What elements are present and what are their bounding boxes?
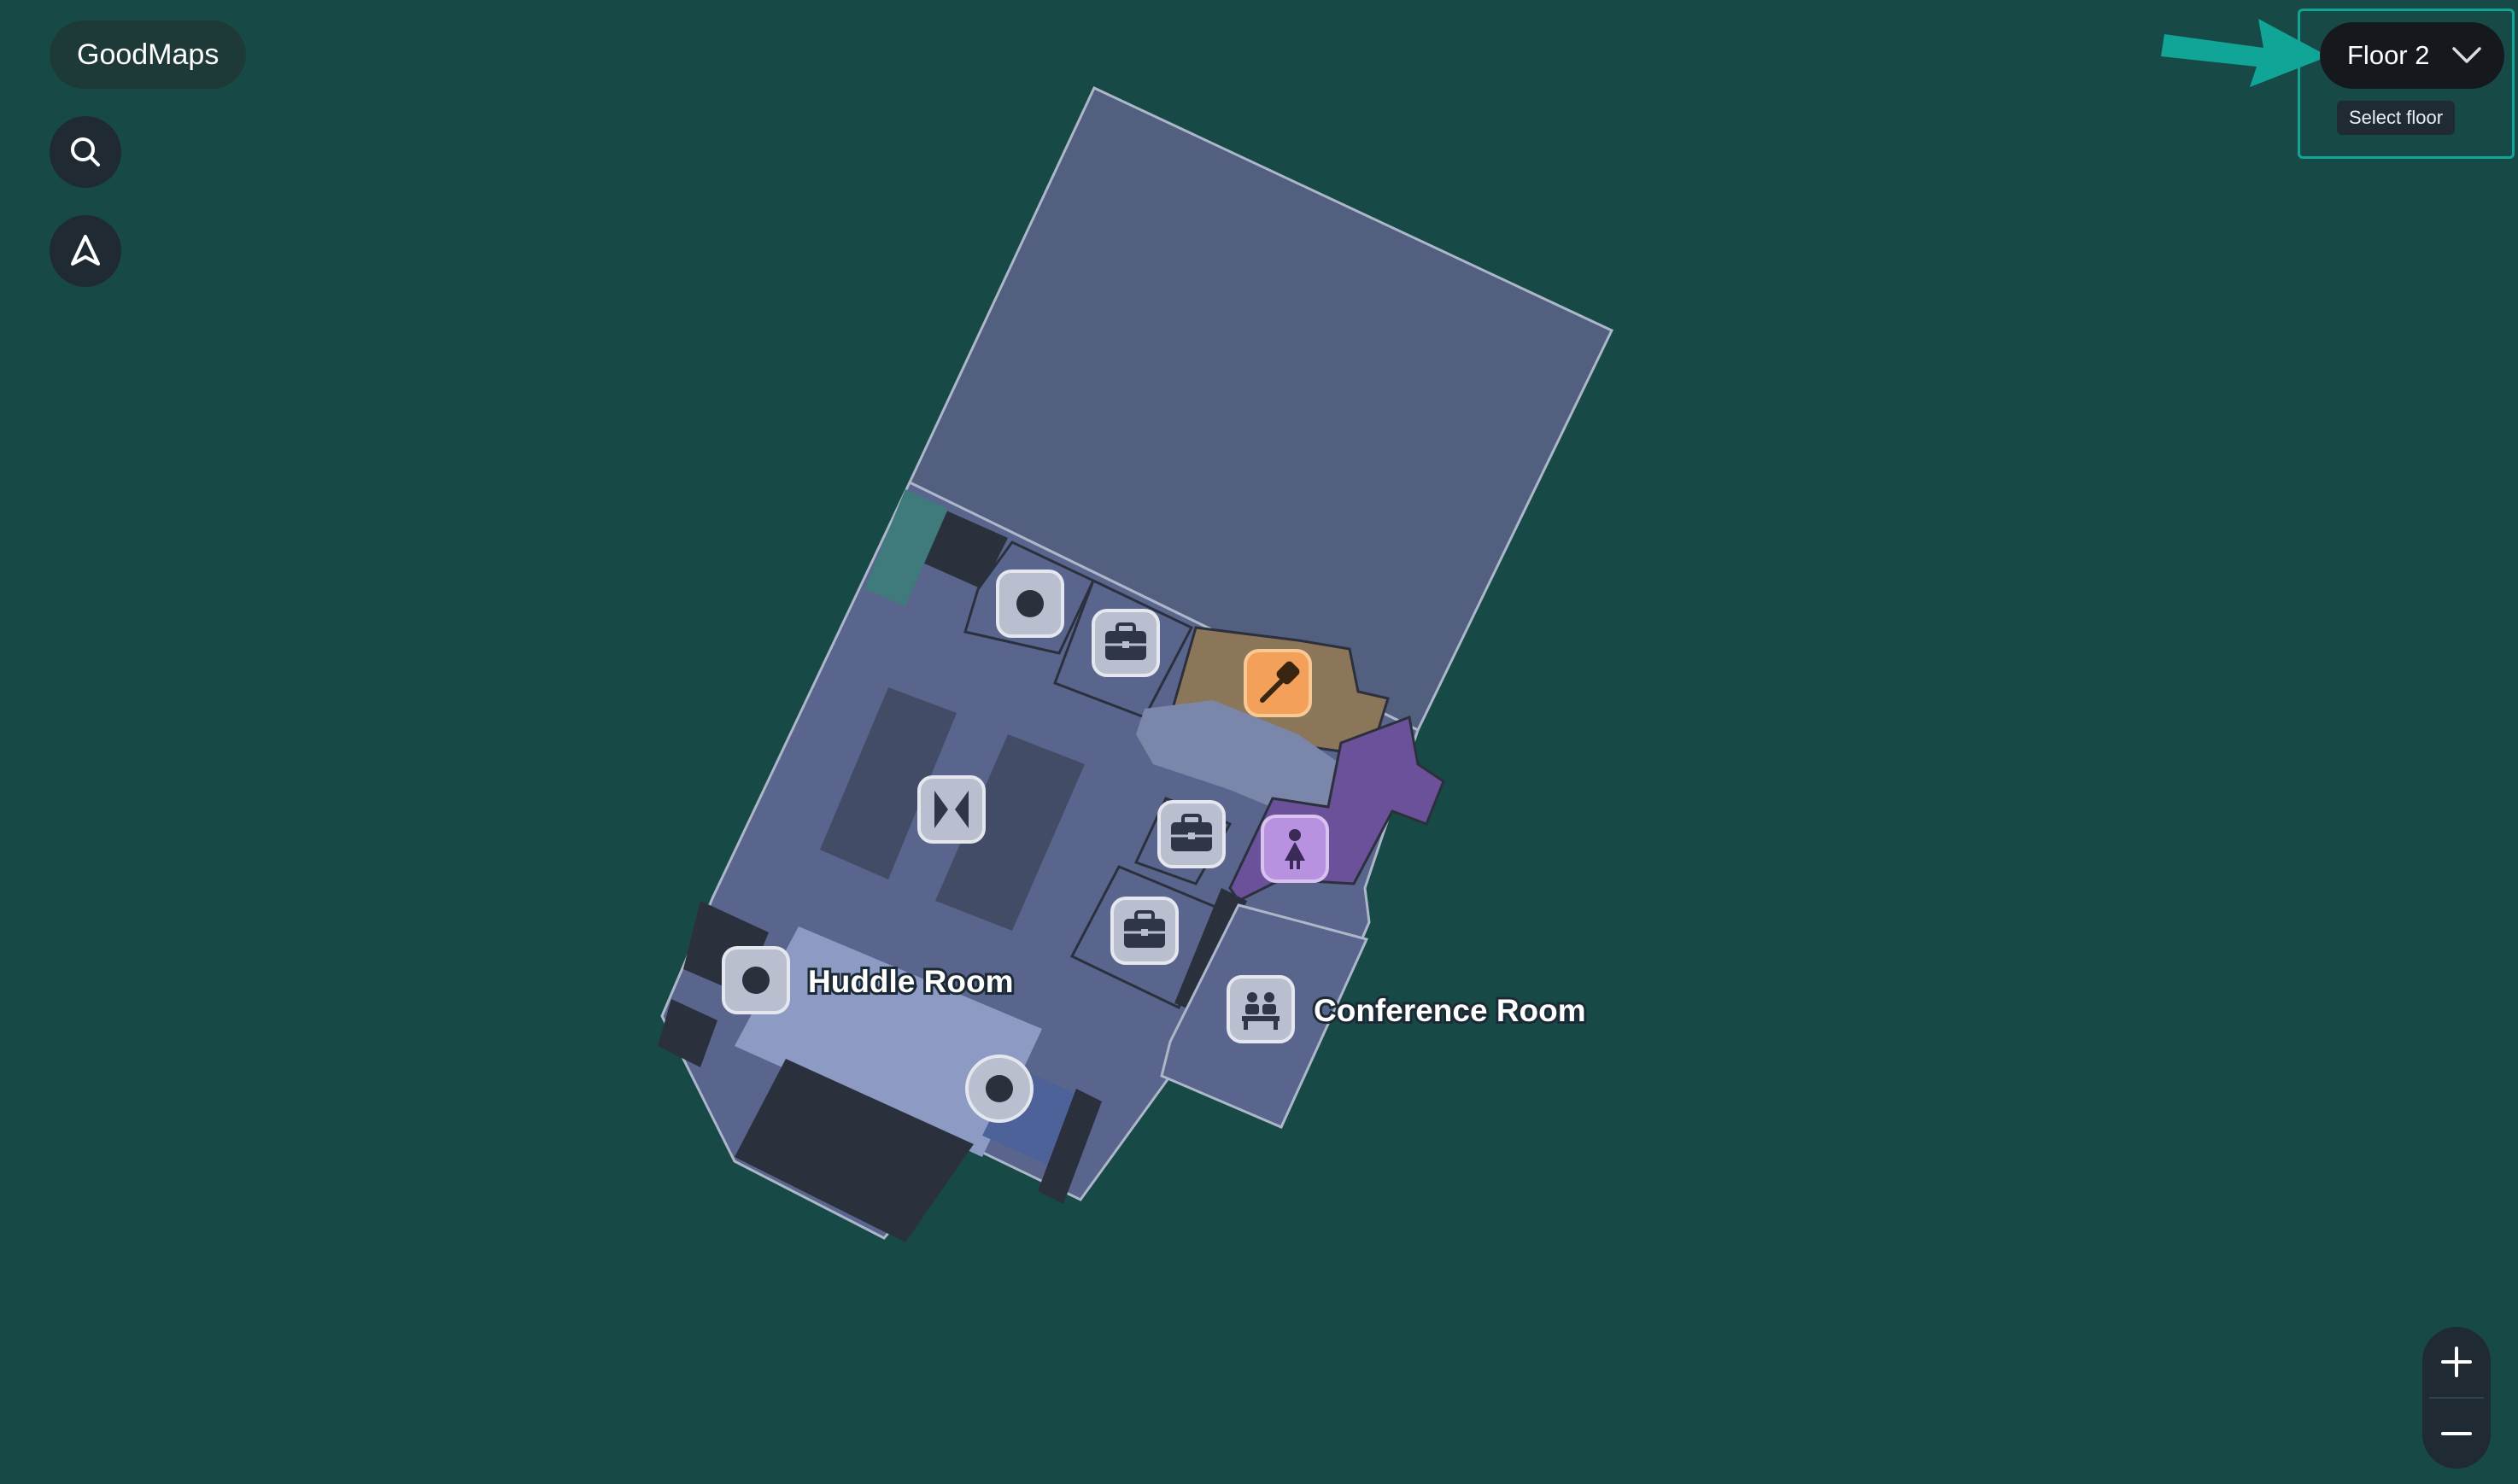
brand-logo[interactable]: GoodMaps (50, 20, 247, 89)
floor-map[interactable]: Huddle Room Conference Room (0, 0, 2518, 1484)
navigate-button[interactable] (50, 215, 121, 287)
marker-office-3[interactable] (1110, 897, 1179, 965)
zoom-controls (2422, 1327, 2491, 1469)
label-conference-room: Conference Room (1314, 993, 1586, 1028)
marker-elevator[interactable] (917, 775, 986, 844)
floor-selector[interactable]: Floor 2 (2320, 22, 2504, 89)
chevron-down-icon (2452, 47, 2481, 63)
zoom-in-button[interactable] (2422, 1327, 2491, 1397)
dot-icon (742, 967, 770, 994)
dot-icon (1016, 590, 1044, 617)
dot-icon (986, 1075, 1013, 1102)
search-button[interactable] (50, 116, 121, 188)
floor-selector-tooltip: Select floor (2337, 101, 2456, 135)
plus-icon (2441, 1347, 2472, 1377)
navigation-arrow-icon (71, 235, 100, 266)
map-app: Huddle Room Conference Room GoodMaps Flo… (0, 0, 2518, 1484)
floor-selector-value: Floor 2 (2347, 40, 2430, 70)
minus-icon (2441, 1432, 2472, 1435)
marker-huddle-point[interactable] (722, 946, 790, 1014)
marker-food[interactable] (1244, 649, 1312, 717)
marker-restroom[interactable] (1261, 815, 1329, 883)
marker-office-1[interactable] (1092, 609, 1160, 677)
marker-point-2[interactable] (965, 1055, 1034, 1123)
marker-conference[interactable] (1227, 975, 1295, 1043)
label-huddle-room: Huddle Room (808, 964, 1013, 999)
marker-point-1[interactable] (996, 570, 1064, 638)
marker-office-2[interactable] (1157, 800, 1226, 868)
search-icon (71, 137, 100, 167)
zoom-out-button[interactable] (2422, 1399, 2491, 1469)
